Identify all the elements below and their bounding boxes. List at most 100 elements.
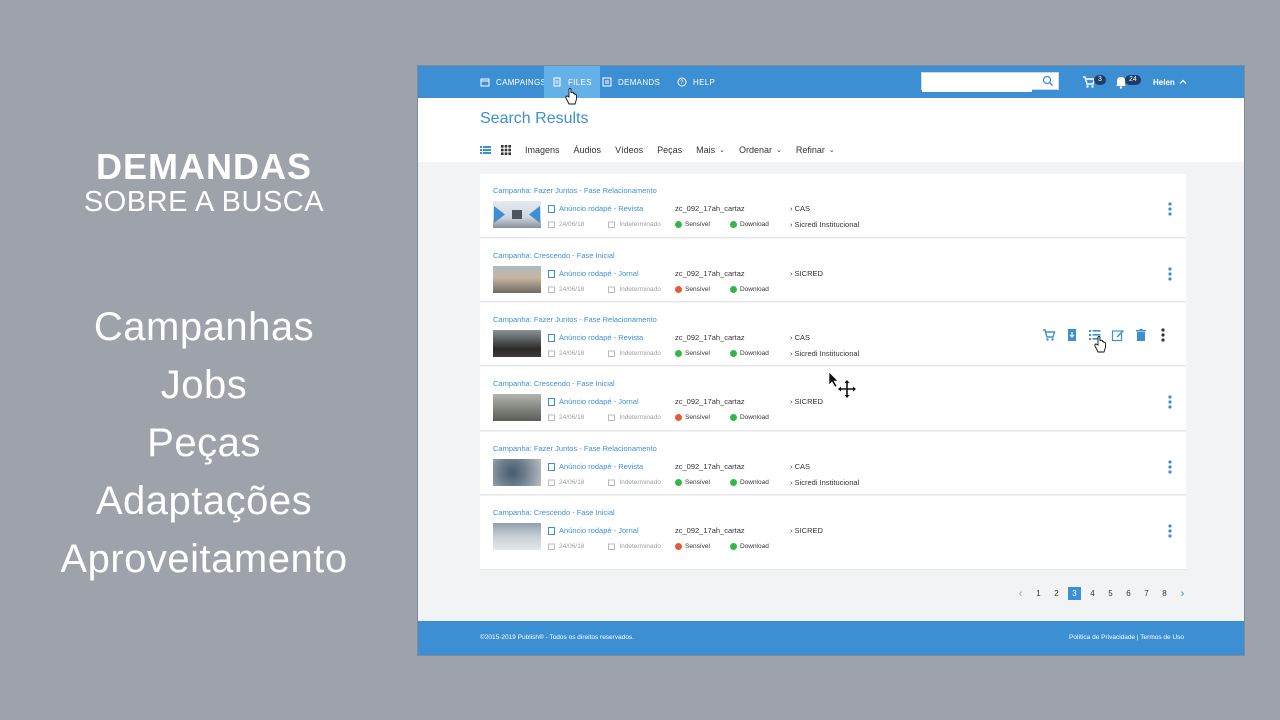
footer: ©2015-2019 Publish® - Todos os direitos … [418, 621, 1244, 655]
file-code: zc_092_17ah_cartaz [675, 526, 745, 535]
page-number-button[interactable]: 2 [1050, 587, 1063, 600]
piece-title: Anúncio rodapé - Revista [559, 462, 644, 471]
user-name: Helen [1153, 77, 1175, 87]
page-number-button[interactable]: 7 [1140, 587, 1153, 600]
cart-icon[interactable] [1042, 328, 1056, 342]
campaign-link[interactable]: Campanha: Fazer Juntos - Fase Relacionam… [493, 315, 657, 324]
page-number-button[interactable]: 6 [1122, 587, 1135, 600]
filter-pieces[interactable]: Peças [657, 145, 682, 155]
download-status[interactable]: Download [729, 479, 779, 486]
file-code: zc_092_17ah_cartaz [675, 397, 745, 406]
period-meta: Indeterminado [608, 414, 673, 421]
refine-dropdown[interactable]: Refinar ⌄ [796, 145, 835, 155]
result-row[interactable]: Campanha: Fazer Juntos - Fase Relacionam… [480, 174, 1186, 238]
download-status[interactable]: Download [729, 221, 779, 228]
chevron-down-icon: ⌄ [828, 147, 835, 154]
page-number-button[interactable]: 3 [1068, 587, 1081, 600]
sort-dropdown[interactable]: Ordenar ⌄ [739, 145, 782, 155]
nav-demands[interactable]: DEMANDS [602, 66, 660, 98]
more-options-icon[interactable] [1166, 201, 1174, 217]
filter-videos[interactable]: Vídeos [615, 145, 643, 155]
document-icon [548, 333, 555, 342]
prev-page-button[interactable]: ‹ [1014, 587, 1027, 600]
download-file-icon[interactable] [1065, 328, 1079, 342]
list-view-icon[interactable] [480, 145, 491, 155]
page-number-button[interactable]: 4 [1086, 587, 1099, 600]
nav-campaigns[interactable]: CAMPAINGS [480, 66, 546, 98]
campaign-link[interactable]: Campanha: Crescendo - Fase Inicial [493, 251, 615, 260]
download-label: Download [739, 479, 769, 486]
piece-link[interactable]: Anúncio rodapé - Jornal [548, 397, 639, 406]
hand-cursor-icon [1094, 336, 1106, 353]
nav-help[interactable]: ? HELP [677, 66, 715, 98]
download-label: Download [739, 543, 769, 550]
campaign-link[interactable]: Campanha: Crescendo - Fase Inicial [493, 508, 615, 517]
document-icon [548, 204, 555, 213]
chevron-down-icon: ⌄ [776, 147, 782, 154]
campaign-link[interactable]: Campanha: Fazer Juntos - Fase Relacionam… [493, 444, 657, 453]
tag-primary-label: CAS [794, 462, 811, 471]
search-icon[interactable] [1042, 75, 1054, 87]
page-number-button[interactable]: 5 [1104, 587, 1117, 600]
piece-title: Anúncio rodapé - Revista [559, 204, 644, 213]
date-meta: 24/06/18 [548, 479, 596, 486]
more-options-icon[interactable] [1166, 266, 1174, 282]
calendar-icon [608, 414, 616, 421]
thumbnail-image[interactable] [493, 266, 541, 293]
footer-links[interactable]: Política de Privacidade | Termos de Uso [1069, 634, 1184, 641]
tag-primary-label: CAS [794, 333, 811, 342]
grid-view-icon[interactable] [501, 145, 511, 155]
campaign-link[interactable]: Campanha: Fazer Juntos - Fase Relacionam… [493, 186, 657, 195]
next-page-button[interactable]: › [1176, 587, 1189, 600]
tag-secondary: › Sicredi Institucional [790, 220, 860, 229]
result-row[interactable]: Campanha: Crescendo - Fase Inicial Anúnc… [480, 239, 1186, 302]
sensitive-status: Sensível [675, 479, 720, 486]
piece-title: Anúncio rodapé - Jornal [559, 269, 639, 278]
tag-primary-label: CAS [794, 204, 811, 213]
thumbnail-image[interactable] [493, 201, 541, 228]
trash-icon[interactable] [1134, 328, 1148, 342]
download-status[interactable]: Download [729, 543, 779, 550]
calendar-icon [608, 350, 616, 357]
filter-more-dropdown[interactable]: Mais ⌄ [696, 145, 725, 155]
calendar-icon [548, 543, 555, 550]
notification-count-badge: 24 [1125, 75, 1141, 85]
edit-icon[interactable] [1111, 328, 1125, 342]
piece-link[interactable]: Anúncio rodapé - Revista [548, 462, 643, 471]
download-status[interactable]: Download [729, 350, 779, 357]
topic-list: Campanhas Jobs Peças Adaptações Aproveit… [0, 298, 408, 588]
thumbnail-image[interactable] [493, 330, 541, 357]
result-row[interactable]: Campanha: Fazer Juntos - Fase Relacionam… [480, 432, 1186, 495]
slide-subtitle: SOBRE A BUSCA [83, 186, 325, 218]
page-number-button[interactable]: 8 [1158, 587, 1171, 600]
thumbnail-image[interactable] [493, 459, 541, 486]
result-row[interactable]: Campanha: Fazer Juntos - Fase Relacionam… [480, 303, 1186, 366]
campaign-link[interactable]: Campanha: Crescendo - Fase Inicial [493, 379, 615, 388]
download-status[interactable]: Download [729, 286, 779, 293]
calendar-icon [608, 221, 616, 228]
user-menu[interactable]: Helen [1153, 66, 1187, 98]
search-input[interactable] [922, 75, 1032, 92]
piece-link[interactable]: Anúncio rodapé - Jornal [548, 526, 639, 535]
result-row[interactable]: Campanha: Crescendo - Fase Inicial Anúnc… [480, 496, 1186, 570]
piece-link[interactable]: Anúncio rodapé - Revista [548, 333, 643, 342]
topic-item: Adaptações [95, 479, 313, 523]
more-options-icon[interactable] [1166, 523, 1174, 539]
period-value: Indeterminado [619, 350, 661, 357]
filter-images[interactable]: Imagens [525, 145, 560, 155]
filter-audios[interactable]: Áudios [574, 145, 602, 155]
sensitive-status: Sensível [675, 221, 720, 228]
thumbnail-image[interactable] [493, 523, 541, 550]
more-options-icon[interactable] [1166, 459, 1174, 475]
page-number-button[interactable]: 1 [1032, 587, 1045, 600]
thumbnail-image[interactable] [493, 394, 541, 421]
download-status[interactable]: Download [729, 414, 779, 421]
document-icon [548, 462, 555, 471]
more-options-icon[interactable] [1159, 327, 1167, 343]
check-icon [729, 221, 737, 228]
more-options-icon[interactable] [1166, 394, 1174, 410]
piece-link[interactable]: Anúncio rodapé - Jornal [548, 269, 639, 278]
period-meta: Indeterminado [608, 350, 673, 357]
piece-link[interactable]: Anúncio rodapé - Revista [548, 204, 643, 213]
filter-label: Refinar [795, 145, 825, 155]
